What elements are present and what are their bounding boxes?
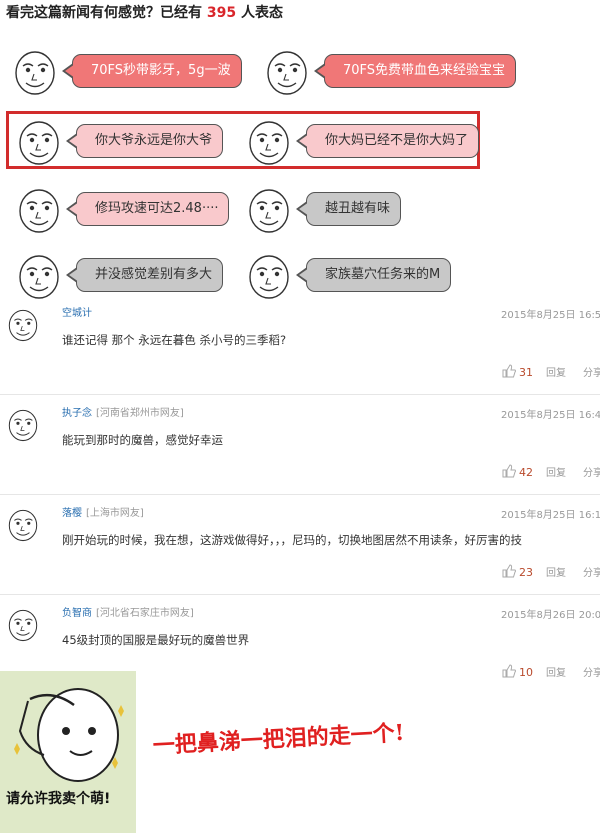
- comment-time: 2015年8月25日 16:5: [501, 310, 600, 321]
- meme-slogan: 一把鼻涕一把泪的走一个!: [152, 719, 405, 759]
- share-link[interactable]: 分享: [583, 664, 600, 679]
- comment-location: [河南省郑州市网友]: [96, 408, 184, 419]
- meme-face-icon: [244, 250, 294, 300]
- share-link[interactable]: 分享: [583, 464, 600, 479]
- divider: [0, 594, 600, 595]
- like-button[interactable]: 42: [502, 464, 533, 479]
- title-prefix: 看完这篇新闻有何感觉？已经有: [6, 5, 202, 21]
- comment-item: 空城计 2015年8月25日 16:5 谁还记得 那个 永远在暮色 杀小号的三季…: [0, 302, 600, 402]
- reaction-button[interactable]: 你大爷永远是你大爷: [14, 116, 234, 164]
- meme-face-icon: [14, 116, 64, 166]
- comment-time: 2015年8月26日 20:0: [501, 610, 600, 621]
- divider: [0, 494, 600, 495]
- comment-username[interactable]: 负智商: [62, 608, 92, 619]
- reaction-button[interactable]: 你大妈已经不是你大妈了: [244, 116, 480, 166]
- reply-link[interactable]: 回复: [546, 464, 566, 479]
- reaction-button[interactable]: 70FS免费带血色来经验宝宝: [262, 46, 517, 96]
- like-count: 10: [519, 666, 533, 679]
- like-count: 42: [519, 466, 533, 479]
- like-count: 31: [519, 366, 533, 379]
- comment-time: 2015年8月25日 16:4: [501, 410, 600, 421]
- reaction-label: 修玛攻速可达2.48····: [65, 192, 230, 226]
- comment-username[interactable]: 执子念: [62, 408, 92, 419]
- reply-link[interactable]: 回复: [546, 564, 566, 579]
- thumbs-up-icon: [502, 464, 516, 478]
- comment-location: [河北省石家庄市网友]: [96, 608, 194, 619]
- comment-text: 谁还记得 那个 永远在暮色 杀小号的三季稻?: [62, 333, 287, 347]
- reaction-label: 家族墓穴任务来的M: [295, 258, 452, 292]
- title-suffix: 人表态: [240, 5, 283, 21]
- like-count: 23: [519, 566, 533, 579]
- reply-link[interactable]: 回复: [546, 364, 566, 379]
- meme-face-icon: [262, 46, 312, 96]
- meme-face-icon: [244, 184, 294, 234]
- reaction-label: 70FS秒带影牙，5g一波: [62, 54, 242, 88]
- avatar: [4, 406, 42, 442]
- meme-face-icon: [244, 116, 294, 166]
- reply-link[interactable]: 回复: [546, 664, 566, 679]
- reaction-count: 395: [206, 5, 237, 21]
- reaction-button[interactable]: 修玛攻速可达2.48····: [14, 184, 230, 234]
- comment-text: 能玩到那时的魔兽，感觉好幸运: [62, 433, 223, 447]
- thumbs-up-icon: [502, 664, 516, 678]
- comment-username[interactable]: 空城计: [62, 308, 92, 319]
- comment-text: 刚开始玩的时候，我在想，这游戏做得好，，，尼玛的，切换地图居然不用读条，好厉害的…: [62, 533, 522, 547]
- avatar: [4, 506, 42, 542]
- reaction-label: 你大爷永远是你大爷: [65, 124, 224, 158]
- like-button[interactable]: 31: [502, 364, 533, 379]
- comment-item: 落樱 [上海市网友] 2015年8月25日 16:1 刚开始玩的时候，我在想，这游…: [0, 502, 600, 602]
- reaction-button[interactable]: 70FS秒带影牙，5g一波: [10, 46, 242, 96]
- thumbs-up-icon: [502, 364, 516, 378]
- comment-location: [上海市网友]: [86, 508, 144, 519]
- reaction-button[interactable]: 家族墓穴任务来的M: [244, 250, 454, 298]
- meme-face-icon: [14, 250, 64, 300]
- meme-face-icon: [10, 46, 60, 96]
- reaction-label: 70FS免费带血色来经验宝宝: [313, 54, 517, 88]
- comment-username[interactable]: 落樱: [62, 508, 82, 519]
- like-button[interactable]: 23: [502, 564, 533, 579]
- reaction-label: 你大妈已经不是你大妈了: [295, 124, 480, 158]
- comment-time: 2015年8月25日 16:1: [501, 510, 600, 521]
- comment-item: 执子念 [河南省郑州市网友] 2015年8月25日 16:4 能玩到那时的魔兽，感…: [0, 402, 600, 502]
- reaction-button[interactable]: 并没感觉差别有多大: [14, 250, 224, 298]
- like-button[interactable]: 10: [502, 664, 533, 679]
- avatar: [4, 306, 42, 342]
- meme-face-icon: [14, 184, 64, 234]
- divider: [0, 394, 600, 395]
- reaction-label: 越丑越有味: [295, 192, 402, 226]
- meme-image: 请允许我卖个萌!: [0, 671, 136, 833]
- page-title: 看完这篇新闻有何感觉？已经有 395 人表态: [6, 2, 283, 22]
- avatar: [4, 606, 42, 642]
- reaction-button[interactable]: 越丑越有味: [244, 184, 404, 232]
- meme-caption: 请允许我卖个萌!: [6, 791, 111, 807]
- reaction-label: 并没感觉差别有多大: [65, 258, 224, 292]
- comment-text: 45级封顶的国服是最好玩的魔兽世界: [62, 633, 250, 647]
- thumbs-up-icon: [502, 564, 516, 578]
- share-link[interactable]: 分享: [583, 364, 600, 379]
- share-link[interactable]: 分享: [583, 564, 600, 579]
